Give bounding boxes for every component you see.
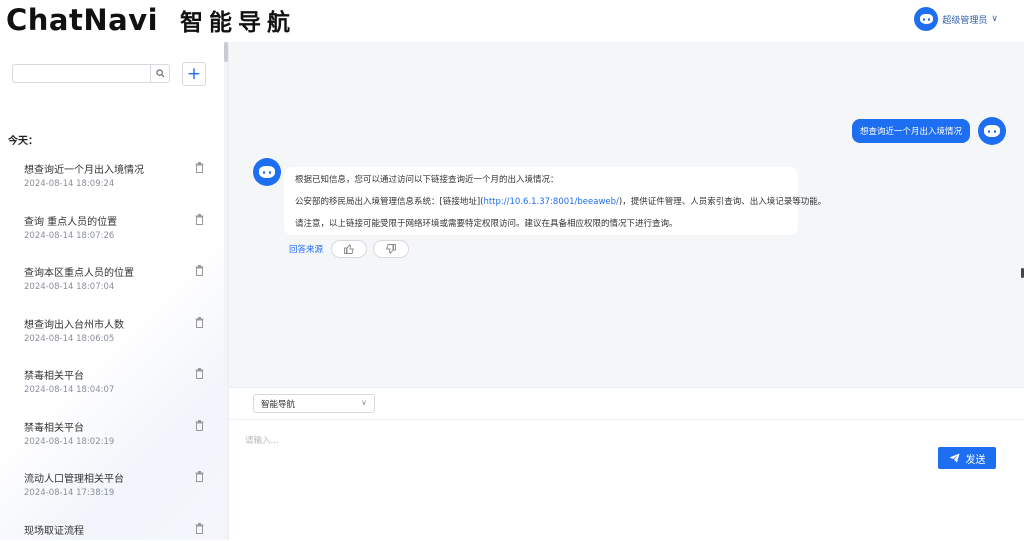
answer-source-link[interactable]: 回答来源 [289, 243, 323, 255]
history-item-title: 禁毒相关平台 [24, 371, 84, 382]
history-item-time: 2024-08-14 18:09:24 [24, 179, 115, 189]
top-bar: ChatNavi 智能导航 超级管理员 ∨ [0, 0, 1024, 42]
bot-message-actions: 回答来源 [289, 240, 410, 258]
bot-message-text: )，提供证件管理、人员索引查询、出入境记录等功能。 [618, 197, 827, 207]
send-button[interactable]: 发送 [938, 447, 996, 469]
trash-icon[interactable] [195, 265, 204, 276]
history-item-title: 想查询近一个月出入境情况 [24, 165, 144, 176]
thumbs-down-icon [386, 244, 396, 254]
history-item-time: 2024-08-14 18:07:26 [24, 231, 115, 241]
user-message-bubble: 想查询近一个月出入境情况 [851, 119, 970, 143]
chevron-down-icon: ∨ [361, 398, 367, 407]
composer-divider [229, 419, 1024, 420]
trash-icon[interactable] [195, 420, 204, 431]
message-composer: 智能导航 ∨ 发送 [229, 387, 1024, 541]
trash-icon[interactable] [195, 368, 204, 379]
bot-message-line: 请注意，以上链接可能受限于网络环境或需要特定权限访问。建议在具备相应权限的情况下… [295, 219, 678, 229]
mode-select-value: 智能导航 [261, 400, 296, 410]
history-search [12, 64, 170, 83]
paper-plane-icon [949, 453, 959, 463]
history-item-time: 2024-08-14 18:07:04 [24, 282, 115, 292]
history-item-title: 流动人口管理相关平台 [24, 474, 124, 485]
trash-icon[interactable] [195, 471, 204, 482]
history-item-time: 2024-08-14 18:04:07 [24, 385, 115, 395]
like-button[interactable] [331, 240, 368, 258]
history-item[interactable]: 禁毒相关平台 2024-08-14 18:02:19 [0, 419, 220, 463]
history-sidebar: + 今天： 想查询近一个月出入境情况 2024-08-14 18:09:24 查… [0, 42, 229, 540]
history-item[interactable]: 查询本区重点人员的位置 2024-08-14 18:07:04 [0, 264, 220, 308]
section-label-today: 今天： [8, 136, 38, 147]
send-button-label: 发送 [965, 454, 986, 466]
sidebar-scrollbar-thumb[interactable] [224, 42, 228, 62]
history-item[interactable]: 流动人口管理相关平台 2024-08-14 17:38:19 [0, 470, 220, 514]
history-item-title: 查询 重点人员的位置 [24, 217, 118, 228]
user-menu[interactable]: 超级管理员 ∨ [914, 7, 998, 31]
history-item-time: 2024-08-14 17:38:19 [24, 488, 115, 498]
bot-message-bubble: 根据已知信息，您可以通过访问以下链接查询近一个月的出入境情况： 公安部的移民局出… [284, 167, 826, 235]
robot-avatar-icon [253, 158, 281, 186]
logo-text-en: ChatNavi [6, 3, 159, 37]
bot-message-text: 公安部的移民局出入境管理信息系统：[链接地址]( [295, 197, 484, 207]
sidebar-scrollbar-track[interactable] [224, 42, 228, 540]
history-item[interactable]: 想查询近一个月出入境情况 2024-08-14 18:09:24 [0, 161, 220, 205]
history-item[interactable]: 禁毒相关平台 2024-08-14 18:04:07 [0, 367, 220, 411]
system-link[interactable]: http://10.6.1.37:8001/beeaweb/ [483, 197, 618, 207]
new-chat-button[interactable]: + [182, 62, 206, 86]
history-item[interactable]: 现场取证流程 [0, 522, 220, 540]
bot-message-line: 公安部的移民局出入境管理信息系统：[链接地址](http://10.6.1.37… [295, 197, 826, 208]
user-message: 想查询近一个月出入境情况 [851, 117, 1006, 145]
user-avatar [978, 117, 1006, 145]
history-item-time: 2024-08-14 18:06:05 [24, 334, 115, 344]
history-item[interactable]: 想查询出入台州市人数 2024-08-14 18:06:05 [0, 316, 220, 360]
thumbs-up-icon [344, 244, 354, 254]
history-item-title: 想查询出入台州市人数 [24, 320, 124, 331]
history-item[interactable]: 查询 重点人员的位置 2024-08-14 18:07:26 [0, 213, 220, 257]
app-logo[interactable]: ChatNavi 智能导航 [6, 2, 296, 38]
history-item-title: 禁毒相关平台 [24, 423, 84, 434]
history-item-time: 2024-08-14 18:02:19 [24, 437, 115, 447]
trash-icon[interactable] [195, 162, 204, 173]
dislike-button[interactable] [373, 240, 410, 258]
search-icon [155, 69, 164, 78]
mode-select[interactable]: 智能导航 ∨ [253, 394, 375, 413]
plus-icon: + [186, 64, 202, 84]
logo-text-cn: 智能导航 [180, 10, 297, 36]
search-input[interactable] [13, 65, 149, 82]
message-input[interactable] [243, 432, 927, 516]
trash-icon[interactable] [195, 317, 204, 328]
chat-area: 想查询近一个月出入境情况 根据已知信息，您可以通过访问以下链接查询近一个月的出入… [229, 42, 1024, 387]
trash-icon[interactable] [195, 214, 204, 225]
history-item-title: 查询本区重点人员的位置 [24, 268, 134, 279]
trash-icon[interactable] [195, 523, 204, 534]
history-item-title: 现场取证流程 [24, 526, 84, 537]
chevron-down-icon: ∨ [991, 14, 998, 24]
search-button[interactable] [150, 65, 169, 82]
user-name: 超级管理员 [942, 15, 988, 26]
user-avatar [914, 7, 939, 31]
bot-message-line: 根据已知信息，您可以通过访问以下链接查询近一个月的出入境情况： [295, 175, 559, 185]
